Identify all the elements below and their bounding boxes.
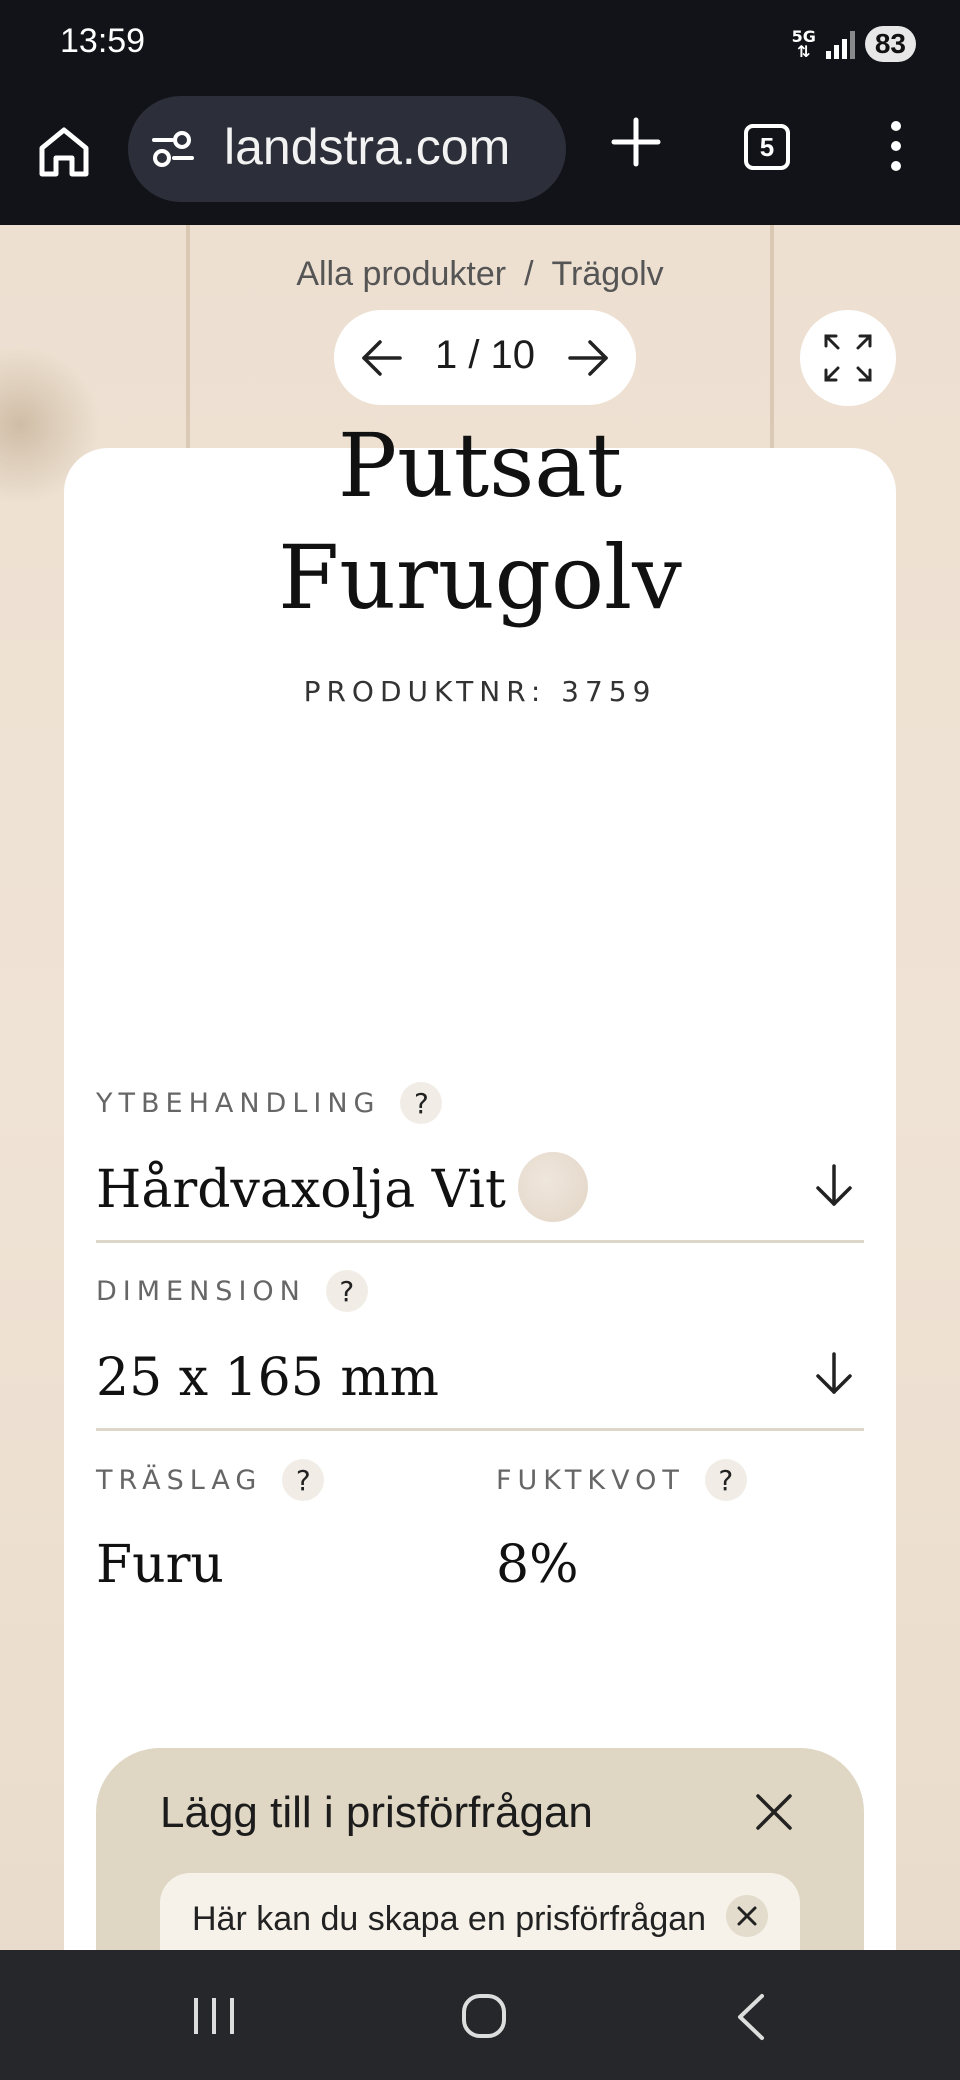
home-button-icon[interactable] [460,1992,508,2040]
url-text: landstra.com [224,119,511,175]
system-navigation-bar [0,1950,960,2080]
status-bar: 13:59 5G ⇅ 83 [0,0,960,90]
gallery-pager: 1 / 10 [334,310,636,405]
product-card [64,448,896,1950]
tab-switcher-button[interactable]: 5 [744,124,790,170]
battery-indicator: 83 [864,26,916,62]
arrow-right-icon[interactable] [568,338,610,378]
web-page: 1 / 10 [0,225,960,1950]
back-icon[interactable] [734,1992,768,2042]
recent-apps-icon[interactable] [190,1994,238,2038]
fullscreen-icon[interactable] [800,310,896,406]
home-icon[interactable] [32,120,96,184]
signal-icon [825,29,855,59]
site-settings-icon[interactable] [150,126,196,172]
status-time: 13:59 [60,22,146,60]
new-tab-icon[interactable] [606,112,666,172]
browser-toolbar: landstra.com 5 [0,90,960,225]
more-options-icon[interactable] [880,118,912,174]
system-icons: 5G ⇅ 83 [792,24,916,64]
network-5g-icon: 5G ⇅ [791,27,816,61]
url-bar[interactable]: landstra.com [128,96,566,202]
